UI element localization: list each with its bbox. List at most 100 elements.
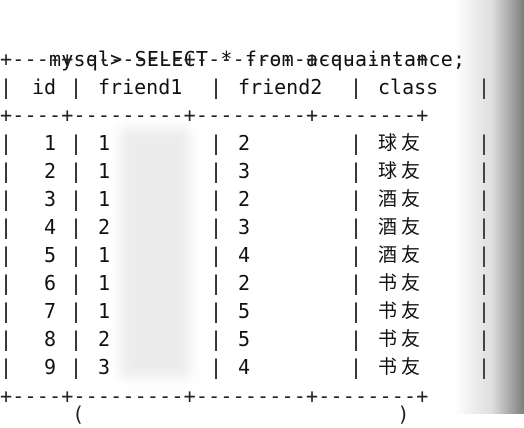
column-separator: | — [478, 355, 491, 379]
column-separator: | — [478, 243, 491, 267]
column-separator: | — [0, 159, 13, 183]
column-separator: | — [350, 75, 363, 99]
cell-id: 9 — [44, 355, 57, 379]
column-separator: | — [70, 215, 83, 239]
column-separator: | — [0, 271, 13, 295]
column-separator: | — [0, 187, 13, 211]
column-separator: | — [478, 299, 491, 323]
column-separator: | — [478, 131, 491, 155]
terminal-window: mysql> SELECT * from acquaintance; +----… — [0, 0, 524, 426]
column-separator: | — [0, 75, 13, 99]
table-row: | | | | | 8 2 5 书友 — [0, 325, 524, 353]
cell-friend2: 4 — [238, 243, 251, 267]
cell-id: 4 — [44, 215, 57, 239]
column-separator: | — [210, 327, 223, 351]
column-header-friend1: friend1 — [98, 75, 183, 99]
cell-friend1: 1 — [98, 299, 111, 323]
column-separator: | — [350, 355, 363, 379]
column-separator: | — [478, 215, 491, 239]
table-row: | | | | | 5 1 4 酒友 — [0, 241, 524, 269]
cell-friend1: 3 — [98, 355, 111, 379]
table-row: | | | | | 6 1 2 书友 — [0, 269, 524, 297]
cell-id: 1 — [44, 131, 57, 155]
column-separator: | — [210, 215, 223, 239]
column-separator: | — [210, 75, 223, 99]
column-separator: | — [210, 355, 223, 379]
cell-friend2: 2 — [238, 131, 251, 155]
column-separator: | — [350, 243, 363, 267]
cell-class: 书友 — [378, 328, 425, 350]
cell-friend1: 2 — [98, 215, 111, 239]
column-separator: | — [70, 327, 83, 351]
cell-id: 8 — [44, 327, 57, 351]
column-header-id: id — [32, 75, 57, 99]
column-separator: | — [350, 187, 363, 211]
column-separator: | — [0, 215, 13, 239]
column-separator: | — [210, 299, 223, 323]
column-separator: | — [0, 299, 13, 323]
cell-class: 书友 — [378, 356, 425, 378]
column-separator: | — [210, 187, 223, 211]
cell-friend2: 5 — [238, 299, 251, 323]
column-separator: | — [478, 271, 491, 295]
cell-friend1: 1 — [98, 131, 111, 155]
column-separator: | — [0, 131, 13, 155]
column-separator: | — [0, 243, 13, 267]
column-separator: | — [210, 131, 223, 155]
cell-class: 书友 — [378, 272, 425, 294]
cell-friend2: 4 — [238, 355, 251, 379]
column-separator: | — [478, 327, 491, 351]
cell-class: 酒友 — [378, 188, 425, 210]
column-separator: | — [478, 75, 491, 99]
column-separator: | — [70, 355, 83, 379]
table-row: | | | | | 2 1 3 球友 — [0, 157, 524, 185]
cell-class: 酒友 — [378, 244, 425, 266]
column-separator: | — [70, 187, 83, 211]
table-top-border: +----+---------+---------+--------+ — [0, 47, 429, 71]
command-line: mysql> SELECT * from acquaintance; — [0, 17, 465, 71]
table-header-border: +----+---------+---------+--------+ — [0, 103, 429, 127]
column-separator: | — [350, 131, 363, 155]
column-separator: | — [350, 271, 363, 295]
cell-friend1: 2 — [98, 327, 111, 351]
cell-class: 球友 — [378, 132, 425, 154]
cell-friend1: 1 — [98, 243, 111, 267]
table-row: | | | | | 7 1 5 书友 — [0, 297, 524, 325]
column-separator: | — [478, 159, 491, 183]
cell-id: 2 — [44, 159, 57, 183]
column-separator: | — [210, 243, 223, 267]
cell-class: 球友 — [378, 160, 425, 182]
column-separator: | — [350, 327, 363, 351]
cell-id: 3 — [44, 187, 57, 211]
column-separator: | — [210, 159, 223, 183]
column-separator: | — [70, 271, 83, 295]
cell-friend2: 2 — [238, 187, 251, 211]
cell-friend2: 2 — [238, 271, 251, 295]
cell-friend1: 1 — [98, 271, 111, 295]
column-separator: | — [0, 355, 13, 379]
column-separator: | — [210, 271, 223, 295]
column-separator: | — [70, 131, 83, 155]
cell-friend2: 3 — [238, 159, 251, 183]
table-row: | | | | | 1 1 2 球友 — [0, 129, 524, 157]
column-separator: | — [70, 159, 83, 183]
cell-friend1: 1 — [98, 159, 111, 183]
table-row: | | | | | 4 2 3 酒友 — [0, 213, 524, 241]
column-separator: | — [350, 299, 363, 323]
cell-friend2: 5 — [238, 327, 251, 351]
column-separator: | — [478, 187, 491, 211]
cell-class: 酒友 — [378, 216, 425, 238]
row-count-line: ( ) — [0, 402, 410, 426]
header-cells: | | | | | id friend1 friend2 class — [0, 73, 524, 101]
column-separator: | — [0, 327, 13, 351]
column-separator: | — [70, 75, 83, 99]
column-separator: | — [350, 215, 363, 239]
cell-friend1: 1 — [98, 187, 111, 211]
cell-class: 书友 — [378, 300, 425, 322]
column-header-friend2: friend2 — [238, 75, 323, 99]
cell-id: 6 — [44, 271, 57, 295]
table-row: | | | | | 3 1 2 酒友 — [0, 185, 524, 213]
column-separator: | — [70, 299, 83, 323]
column-separator: | — [350, 159, 363, 183]
column-separator: | — [70, 243, 83, 267]
